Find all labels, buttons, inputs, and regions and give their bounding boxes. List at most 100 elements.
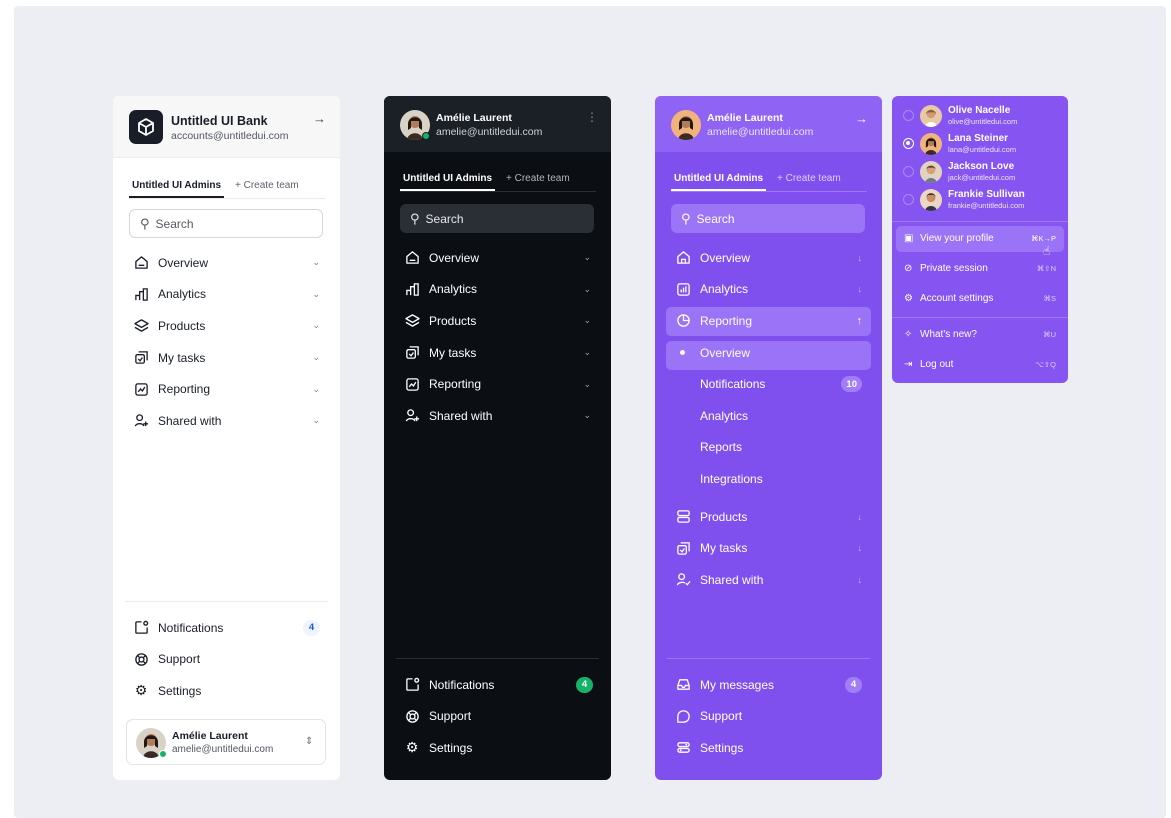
eye-off-icon: ⊘	[904, 263, 913, 274]
chevron-down-icon: ⌄	[583, 315, 591, 326]
sparkle-icon: ✧	[904, 329, 913, 340]
nav-item-analytics[interactable]: Analytics ↓	[655, 274, 882, 306]
nav-item-shared-with[interactable]: Shared with ↓	[655, 564, 882, 596]
nav-item-products[interactable]: Products ↓	[655, 501, 882, 533]
bar-chart-icon	[675, 281, 691, 297]
radio-button[interactable]	[903, 110, 914, 121]
user-email: amelie@untitledui.com	[172, 744, 274, 755]
nav-item-my-tasks[interactable]: My tasks ↓	[655, 532, 882, 564]
sub-item-notifications[interactable]: Notifications 10	[655, 368, 882, 400]
user-square-icon: ▣	[904, 233, 914, 244]
account-option-jackson[interactable]: Jackson Love jack@untitledui.com	[892, 158, 1068, 186]
radio-button-selected[interactable]	[903, 138, 914, 149]
nav-item-my-messages[interactable]: My messages 4	[655, 669, 882, 701]
menu-item-log-out[interactable]: ⇥ Log out ⌥⇧Q	[896, 352, 1064, 378]
shortcut-label: ⌘K→P	[1030, 234, 1056, 243]
nav-item-reporting[interactable]: Reporting ⌄	[113, 373, 340, 405]
nav-item-products[interactable]: Products ⌄	[384, 305, 611, 337]
workspace-header[interactable]: Untitled UI Bank accounts@untitledui.com…	[113, 96, 340, 158]
nav-item-my-tasks[interactable]: My tasks ⌄	[384, 337, 611, 369]
search-input[interactable]: ⚲ Search	[129, 209, 323, 238]
arrow-down-icon: ↓	[857, 574, 863, 585]
online-status-dot	[159, 750, 167, 758]
nav-item-notifications[interactable]: Notifications 4	[113, 612, 340, 644]
nav-item-notifications[interactable]: Notifications 4	[384, 669, 611, 701]
sub-item-analytics[interactable]: Analytics	[655, 400, 882, 432]
nav-item-shared-with[interactable]: Shared with ⌄	[384, 400, 611, 432]
nav-item-settings[interactable]: ⚙ Settings	[113, 675, 340, 707]
nav-item-analytics[interactable]: Analytics ⌄	[113, 279, 340, 311]
gear-icon: ⚙	[405, 739, 419, 756]
search-placeholder: Search	[425, 211, 464, 226]
sub-item-reports[interactable]: Reports	[655, 432, 882, 464]
chevron-down-icon: ⌄	[312, 415, 320, 426]
account-option-olive[interactable]: Olive Nacelle olive@untitledui.com	[892, 102, 1068, 130]
search-placeholder: Search	[155, 216, 194, 231]
settings-toggle-icon: ⚙	[904, 293, 913, 304]
nav-item-support[interactable]: Support	[655, 701, 882, 733]
menu-item-view-profile[interactable]: ▣ View your profile ⌘K→P	[896, 226, 1064, 252]
bar-chart-icon	[133, 286, 149, 302]
layers-icon	[133, 318, 149, 334]
nav-item-support[interactable]: Support	[113, 644, 340, 676]
life-buoy-icon	[133, 651, 149, 667]
footer-nav: Notifications 4 Support ⚙ Settings	[113, 612, 340, 707]
menu-item-account-settings[interactable]: ⚙ Account settings ⌘S	[896, 286, 1064, 312]
tab-create-team[interactable]: + Create team	[235, 180, 299, 191]
tab-untitled-ui-admins[interactable]: Untitled UI Admins	[399, 173, 496, 191]
server-icon	[675, 509, 691, 525]
account-option-frankie[interactable]: Frankie Sullivan frankie@untitledui.com	[892, 186, 1068, 214]
tab-untitled-ui-admins[interactable]: Untitled UI Admins	[670, 173, 767, 191]
bell-square-icon	[133, 620, 149, 636]
user-plus-icon	[404, 408, 420, 424]
avatar	[920, 189, 942, 211]
chevron-down-icon: ⌄	[583, 252, 591, 263]
user-account-card[interactable]: Amélie Laurent amelie@untitledui.com ⇕	[126, 719, 326, 765]
account-option-lana[interactable]: Lana Steiner lana@untitledui.com	[892, 130, 1068, 158]
nav-item-overview[interactable]: Overview ⌄	[384, 242, 611, 274]
nav-item-overview[interactable]: Overview ↓	[655, 242, 882, 274]
sub-item-integrations[interactable]: Integrations	[655, 463, 882, 495]
more-vertical-icon[interactable]: ⋮	[586, 111, 598, 124]
menu-item-private-session[interactable]: ⊘ Private session ⌘⇧N	[896, 256, 1064, 282]
selector-icon[interactable]: ⇕	[305, 735, 313, 748]
sidebar-light: Untitled UI Bank accounts@untitledui.com…	[113, 96, 340, 780]
team-tabs: Untitled UI Admins + Create team	[128, 177, 325, 199]
arrow-right-icon[interactable]: →	[313, 112, 326, 125]
arrow-right-icon[interactable]: →	[855, 112, 868, 125]
radio-button[interactable]	[903, 166, 914, 177]
nav-item-settings[interactable]: ⚙ Settings	[384, 732, 611, 764]
menu-divider	[892, 221, 1068, 222]
nav-item-settings[interactable]: Settings	[655, 732, 882, 764]
user-check-icon	[675, 572, 691, 588]
search-input[interactable]: ⚲ Search	[671, 204, 865, 233]
check-square-icon	[133, 350, 149, 366]
nav-item-reporting[interactable]: Reporting ↑	[655, 305, 882, 337]
notifications-badge: 4	[576, 676, 593, 693]
tab-create-team[interactable]: + Create team	[506, 173, 570, 184]
menu-item-whats-new[interactable]: ✧ What's new? ⌘U	[896, 322, 1064, 348]
layers-icon	[404, 313, 420, 329]
check-square-icon	[404, 345, 420, 361]
radio-button[interactable]	[903, 194, 914, 205]
chevron-down-icon: ⌄	[583, 283, 591, 294]
online-status-dot	[422, 132, 430, 140]
nav-item-reporting[interactable]: Reporting ⌄	[384, 368, 611, 400]
user-header[interactable]: Amélie Laurent amelie@untitledui.com ⋮	[384, 96, 611, 152]
nav-item-products[interactable]: Products ⌄	[113, 310, 340, 342]
shortcut-label: ⌘U	[1043, 330, 1056, 339]
main-nav: Overview ⌄ Analytics ⌄ Products ⌄ My tas…	[113, 247, 340, 437]
search-input[interactable]: ⚲ Search	[400, 204, 594, 233]
tab-create-team[interactable]: + Create team	[777, 173, 841, 184]
help-icon	[675, 708, 691, 724]
nav-item-overview[interactable]: Overview ⌄	[113, 247, 340, 279]
sub-item-overview[interactable]: Overview	[655, 337, 882, 369]
nav-item-my-tasks[interactable]: My tasks ⌄	[113, 342, 340, 374]
nav-item-analytics[interactable]: Analytics ⌄	[384, 274, 611, 306]
user-header[interactable]: Amélie Laurent amelie@untitledui.com →	[655, 96, 882, 152]
nav-item-support[interactable]: Support	[384, 701, 611, 733]
notifications-badge: 10	[841, 376, 862, 393]
nav-item-shared-with[interactable]: Shared with ⌄	[113, 405, 340, 437]
tab-untitled-ui-admins[interactable]: Untitled UI Admins	[128, 180, 225, 198]
chevron-down-icon: ⌄	[583, 410, 591, 421]
